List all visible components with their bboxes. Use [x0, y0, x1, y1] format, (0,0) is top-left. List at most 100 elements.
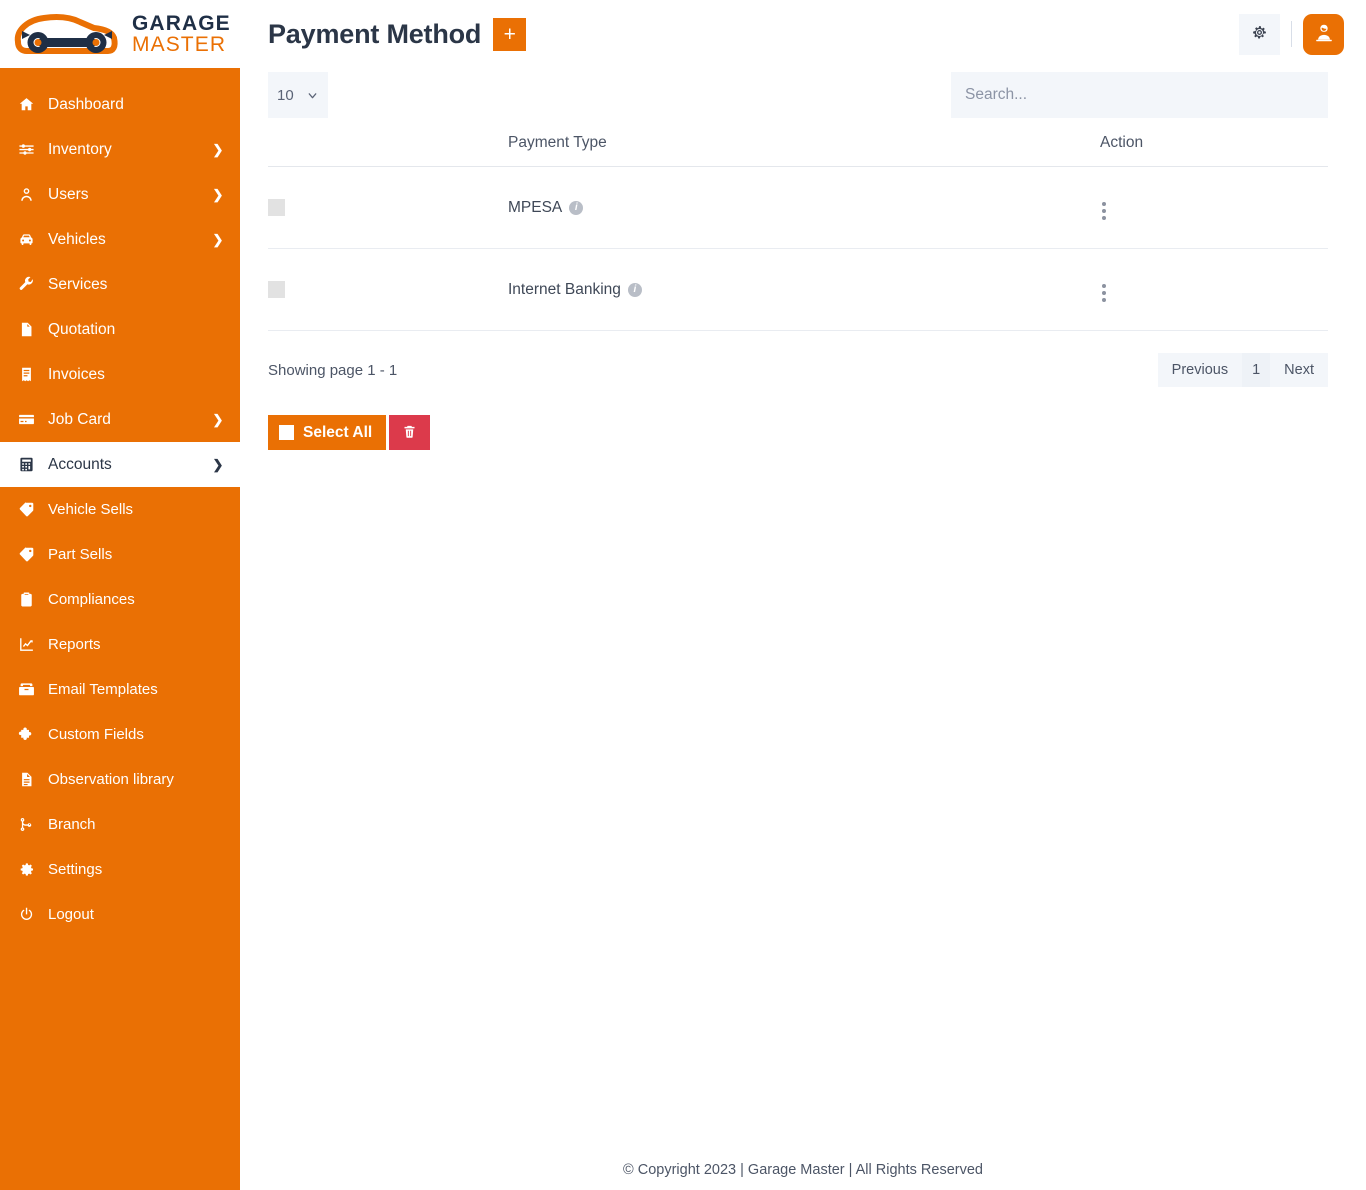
- sidebar-item-label: Vehicles: [48, 230, 106, 248]
- sidebar-item-label: Branch: [48, 816, 96, 833]
- sidebar-item-invoices[interactable]: Invoices: [0, 352, 240, 397]
- sidebar-item-label: Reports: [48, 636, 101, 653]
- payment-type-wrapper: MPESA i: [508, 198, 584, 217]
- pagination-controls: Previous 1 Next: [1157, 353, 1328, 387]
- sidebar-item-job-card[interactable]: Job Card ❯: [0, 397, 240, 442]
- sidebar-item-label: Invoices: [48, 365, 105, 383]
- sidebar-item-services[interactable]: Services: [0, 262, 240, 307]
- sidebar-item-reports[interactable]: Reports: [0, 622, 240, 667]
- brand-wordmark: GARAGE MASTER: [132, 11, 231, 55]
- sidebar-item-label: Email Templates: [48, 681, 158, 698]
- page-title: Payment Method: [268, 18, 482, 49]
- topbar-divider: [1291, 21, 1292, 47]
- info-icon[interactable]: i: [627, 282, 642, 297]
- user-avatar-button[interactable]: [1303, 13, 1344, 55]
- main-content: Payment Method + 10 Search... Payment Ty…: [240, 0, 1366, 1190]
- payment-type-wrapper: Internet Banking i: [508, 281, 642, 299]
- bulk-actions: Select All: [268, 415, 1328, 450]
- car-icon: [14, 231, 38, 248]
- sidebar-item-vehicles[interactable]: Vehicles ❯: [0, 217, 240, 262]
- select-all-checkbox-icon: [279, 425, 294, 440]
- gear-icon: [1251, 24, 1268, 44]
- row-checkbox[interactable]: [268, 198, 285, 216]
- chevron-right-icon: ❯: [212, 186, 224, 202]
- tag-icon: [14, 546, 38, 563]
- delete-selected-button[interactable]: [389, 415, 431, 450]
- chart-line-icon: [14, 636, 38, 653]
- sidebar-item-dashboard[interactable]: Dashboard: [0, 82, 240, 127]
- kebab-menu-icon[interactable]: [1100, 282, 1108, 304]
- branch-icon: [14, 816, 38, 833]
- brand-logo[interactable]: GARAGE MASTER: [0, 0, 240, 68]
- sliders-icon: [14, 141, 38, 158]
- brand-name-line1: GARAGE: [132, 11, 231, 35]
- sidebar-item-settings[interactable]: Settings: [0, 847, 240, 892]
- garage-master-car-wrench-logo-icon: [8, 8, 126, 60]
- sidebar-item-label: Inventory: [48, 140, 112, 158]
- action-cell: [1100, 248, 1328, 331]
- pagination-previous-button[interactable]: Previous: [1157, 353, 1243, 387]
- sidebar-item-vehicle-sells[interactable]: Vehicle Sells: [0, 487, 240, 532]
- table-body: MPESA i Internet Banking i: [268, 166, 1328, 331]
- column-header-select: [268, 134, 508, 167]
- sidebar-item-compliances[interactable]: Compliances: [0, 577, 240, 622]
- app-root: GARAGE MASTER Dashboard Inventory ❯ Users ❯ V…: [0, 0, 1366, 1190]
- page-length-select[interactable]: 10: [268, 72, 328, 118]
- page-length-value: 10: [277, 86, 294, 104]
- calculator-icon: [14, 456, 38, 473]
- sidebar-item-inventory[interactable]: Inventory ❯: [0, 127, 240, 172]
- content-area: 10 Payment Type Action: [240, 68, 1366, 450]
- sidebar-item-branch[interactable]: Branch: [0, 802, 240, 847]
- user-avatar-icon: [1313, 22, 1335, 47]
- pagination-page-1-button[interactable]: 1: [1242, 353, 1271, 387]
- row-select-cell: [268, 166, 508, 249]
- sidebar-item-label: Part Sells: [48, 546, 113, 563]
- sidebar-item-label: Settings: [48, 861, 103, 878]
- settings-button[interactable]: [1239, 13, 1280, 55]
- sidebar-item-label: Users: [48, 185, 89, 203]
- sidebar-nav: Dashboard Inventory ❯ Users ❯ Vehicles ❯ Servic…: [0, 68, 240, 1190]
- sidebar-item-label: Accounts: [48, 455, 112, 473]
- sidebar-item-logout[interactable]: Logout: [0, 892, 240, 937]
- chevron-down-icon: [306, 89, 319, 102]
- tag-icon: [14, 501, 38, 518]
- file-icon: [14, 771, 38, 788]
- payment-method-table: Payment Type Action MPESA i Internet Banki…: [268, 134, 1328, 331]
- payment-type-label: MPESA: [508, 198, 563, 216]
- gear-icon: [14, 861, 38, 878]
- sidebar-item-accounts[interactable]: Accounts ❯: [0, 442, 240, 487]
- payment-type-cell: Internet Banking i: [508, 248, 1100, 331]
- select-all-label: Select All: [303, 423, 373, 441]
- select-all-button[interactable]: Select All: [268, 415, 387, 450]
- row-checkbox[interactable]: [268, 280, 285, 298]
- sidebar-item-part-sells[interactable]: Part Sells: [0, 532, 240, 577]
- card-icon: [14, 411, 38, 428]
- sidebar-item-quotation[interactable]: Quotation: [0, 307, 240, 352]
- pagination-next-button[interactable]: Next: [1270, 353, 1328, 387]
- column-header-action: Action: [1100, 134, 1144, 151]
- search-input[interactable]: [951, 72, 1328, 118]
- chevron-right-icon: ❯: [212, 411, 224, 427]
- kebab-menu-icon[interactable]: [1100, 200, 1108, 222]
- sidebar-item-label: Observation library: [48, 771, 174, 788]
- add-payment-method-button[interactable]: +: [493, 17, 527, 51]
- wrench-icon: [14, 276, 38, 293]
- pagination-row: Showing page 1 - 1 Previous 1 Next: [268, 353, 1328, 387]
- sidebar-item-label: Custom Fields: [48, 726, 144, 743]
- sidebar-item-label: Vehicle Sells: [48, 501, 134, 518]
- table-row: Internet Banking i: [268, 248, 1328, 331]
- showing-page-text: Showing page 1 - 1: [268, 361, 398, 379]
- sidebar-item-email-templates[interactable]: Email Templates: [0, 667, 240, 712]
- chevron-right-icon: ❯: [212, 456, 224, 472]
- sidebar-item-users[interactable]: Users ❯: [0, 172, 240, 217]
- sidebar-item-observation-library[interactable]: Observation library: [0, 757, 240, 802]
- home-icon: [14, 96, 38, 113]
- sidebar-item-label: Job Card: [48, 410, 111, 428]
- email-icon: [14, 681, 38, 698]
- chevron-right-icon: ❯: [212, 231, 224, 247]
- sidebar-item-label: Compliances: [48, 591, 135, 608]
- clipboard-icon: [14, 591, 38, 608]
- column-header-payment-type: Payment Type: [508, 134, 607, 151]
- info-icon[interactable]: i: [569, 200, 584, 215]
- sidebar-item-custom-fields[interactable]: Custom Fields: [0, 712, 240, 757]
